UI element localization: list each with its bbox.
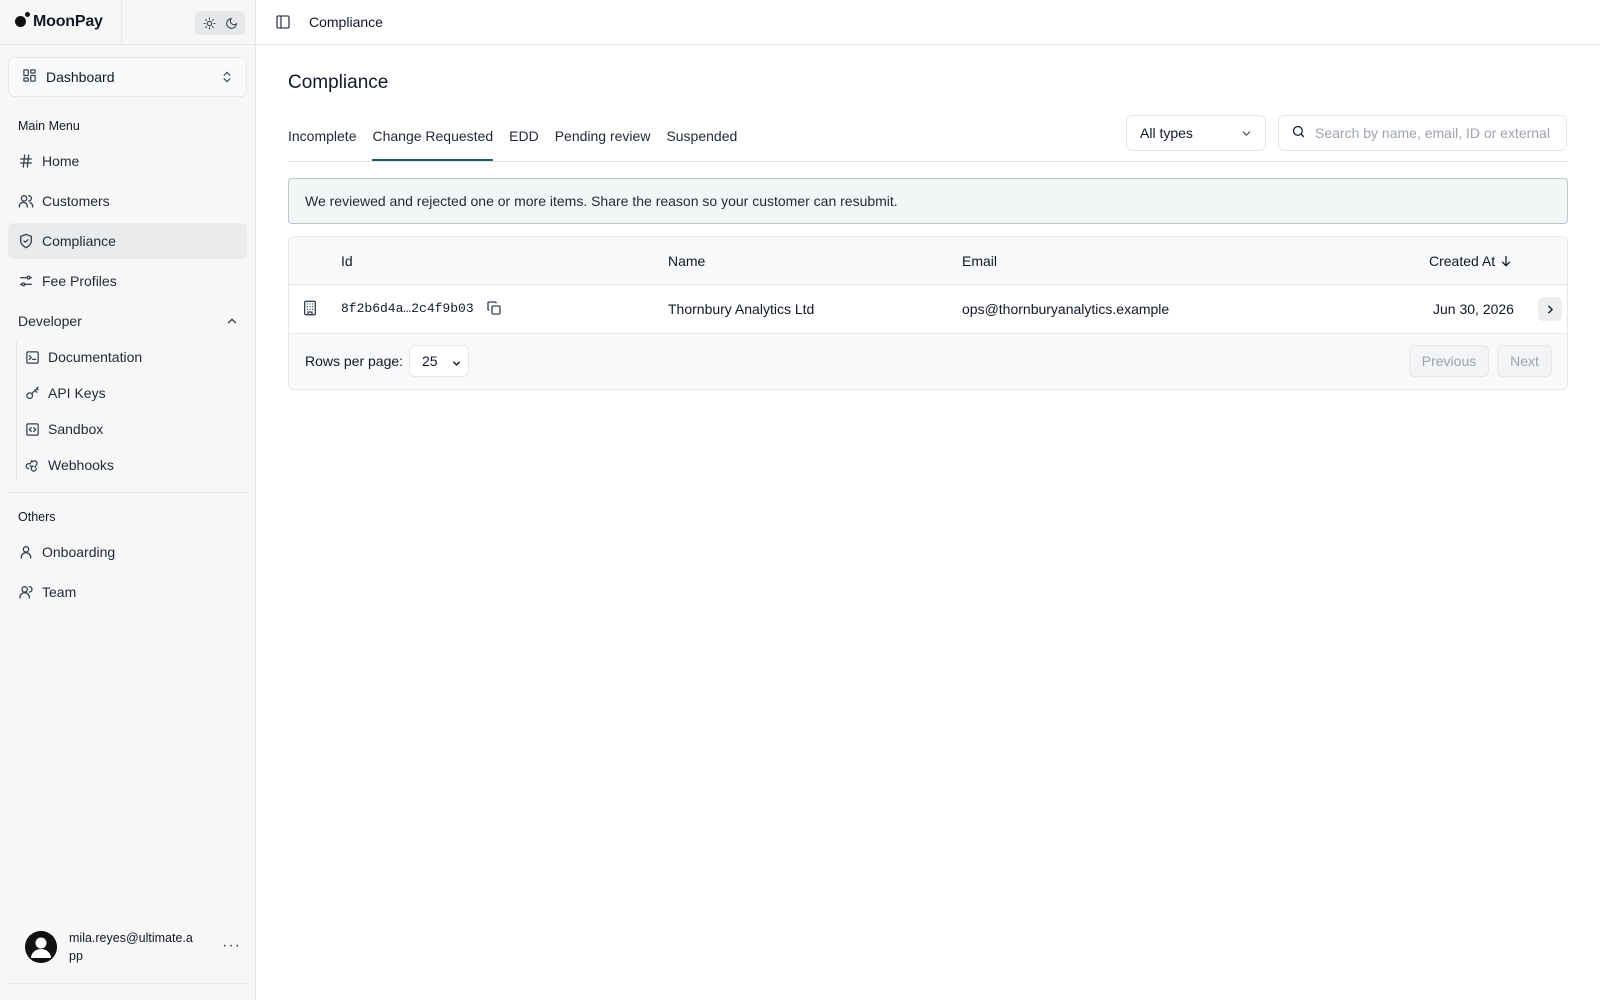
table-footer: Rows per page: 25 Previous Next xyxy=(289,334,1567,389)
type-filter-select[interactable]: All types xyxy=(1126,115,1266,151)
sidebar-item-fee-profiles[interactable]: Fee Profiles xyxy=(8,263,247,299)
more-horizontal-icon[interactable]: ··· xyxy=(222,937,241,955)
customers-table: Id Name Email Created At 8f2b6d4a…2c4f9b… xyxy=(288,236,1568,390)
brand-bar: MoonPay xyxy=(0,0,255,45)
logo-mark-icon xyxy=(15,11,30,27)
copy-icon[interactable] xyxy=(486,300,502,319)
main-menu-title: Main Menu xyxy=(18,119,80,133)
developer-section-toggle[interactable]: Developer xyxy=(8,306,247,336)
sliders-icon xyxy=(18,273,34,289)
top-bar: Compliance xyxy=(257,0,1600,45)
sidebar-item-home[interactable]: Home xyxy=(8,143,247,179)
terminal-icon xyxy=(24,349,40,365)
sidebar-item-webhooks[interactable]: Webhooks xyxy=(20,448,247,482)
theme-toggle[interactable] xyxy=(195,11,245,35)
workspace-select-label: Dashboard xyxy=(46,69,115,85)
sidebar-toggle-icon[interactable] xyxy=(274,13,292,31)
breadcrumb[interactable]: Compliance xyxy=(309,14,383,30)
sidebar-item-label: Onboarding xyxy=(42,544,116,560)
row-created-at: Jun 30, 2026 xyxy=(1433,301,1514,317)
next-page-button[interactable]: Next xyxy=(1497,345,1552,377)
others-title: Others xyxy=(18,510,56,524)
shield-check-icon xyxy=(18,233,34,249)
tab-pending-review[interactable]: Pending review xyxy=(555,120,651,161)
webhook-icon xyxy=(24,457,40,473)
sidebar-item-team[interactable]: Team xyxy=(8,574,247,610)
table-header: Id Name Email Created At xyxy=(289,237,1567,285)
search-field[interactable] xyxy=(1278,115,1567,151)
tab-change-requested[interactable]: Change Requested xyxy=(372,120,493,161)
sun-icon[interactable] xyxy=(199,14,219,32)
chevron-right-icon[interactable] xyxy=(1538,297,1562,321)
arrow-down-icon xyxy=(1499,254,1513,268)
tab-edd[interactable]: EDD xyxy=(509,120,539,161)
code-box-icon xyxy=(24,421,40,437)
row-id: 8f2b6d4a…2c4f9b03 xyxy=(341,301,474,316)
rows-per-page-label: Rows per page: xyxy=(305,353,404,369)
hash-icon xyxy=(18,153,34,169)
column-header-email[interactable]: Email xyxy=(962,253,997,269)
user-email: mila.reyes@ultimate.app xyxy=(69,931,193,963)
column-header-id[interactable]: Id xyxy=(341,253,353,269)
search-input[interactable] xyxy=(1315,125,1555,141)
row-email: ops@thornburyanalytics.example xyxy=(962,301,1170,317)
sidebar-item-customers[interactable]: Customers xyxy=(8,183,247,219)
workspace-select[interactable]: Dashboard xyxy=(8,57,247,97)
user-icon xyxy=(18,544,34,560)
chevrons-up-down-icon xyxy=(220,70,234,87)
moonpay-logo[interactable]: MoonPay xyxy=(0,0,122,45)
brand-name: MoonPay xyxy=(33,13,103,30)
user-menu[interactable]: mila.reyes@ultimate.app ··· xyxy=(25,925,245,969)
sidebar-item-sandbox[interactable]: Sandbox xyxy=(20,412,247,446)
sidebar-item-label: Fee Profiles xyxy=(42,273,117,289)
sidebar-item-label: Compliance xyxy=(42,233,116,249)
tabs-divider xyxy=(288,161,1568,162)
building-icon xyxy=(302,300,318,319)
sidebar-item-label: Sandbox xyxy=(48,421,104,437)
developer-title: Developer xyxy=(18,313,82,329)
chevron-down-icon xyxy=(451,356,462,372)
sidebar-item-label: Documentation xyxy=(48,349,143,365)
page-title: Compliance xyxy=(288,72,389,93)
table-row[interactable]: 8f2b6d4a…2c4f9b03 Thornbury Analytics Lt… xyxy=(289,285,1567,334)
sidebar-item-label: API Keys xyxy=(48,385,106,401)
status-tabs: Incomplete Change Requested EDD Pending … xyxy=(288,120,753,161)
chevron-up-icon xyxy=(225,314,239,331)
tab-suspended[interactable]: Suspended xyxy=(666,120,737,161)
users-icon xyxy=(18,193,34,209)
sidebar-item-onboarding[interactable]: Onboarding xyxy=(8,534,247,570)
chevron-down-icon xyxy=(1240,127,1253,143)
column-header-created-at[interactable]: Created At xyxy=(1429,253,1513,269)
developer-tree-line xyxy=(16,340,17,482)
moon-icon[interactable] xyxy=(221,14,241,32)
rows-per-page-select[interactable]: 25 xyxy=(409,345,469,377)
column-header-created-at-label: Created At xyxy=(1429,253,1496,269)
sidebar-item-documentation[interactable]: Documentation xyxy=(20,340,247,374)
search-icon xyxy=(1291,124,1306,142)
sidebar-item-label: Webhooks xyxy=(48,457,114,473)
sidebar-item-compliance[interactable]: Compliance xyxy=(8,223,247,259)
rows-per-page-value: 25 xyxy=(422,353,438,369)
previous-page-button[interactable]: Previous xyxy=(1409,345,1489,377)
type-filter-value: All types xyxy=(1140,125,1193,141)
team-icon xyxy=(18,584,34,600)
sidebar-item-label: Team xyxy=(42,584,77,600)
row-name: Thornbury Analytics Ltd xyxy=(668,301,815,317)
dashboard-grid-icon xyxy=(22,68,37,86)
sidebar-item-label: Home xyxy=(42,153,80,169)
column-header-name[interactable]: Name xyxy=(668,253,705,269)
sidebar-item-api-keys[interactable]: API Keys xyxy=(20,376,247,410)
avatar xyxy=(25,931,57,963)
sidebar-divider xyxy=(8,492,247,493)
sidebar-bottom-divider xyxy=(8,983,247,984)
sidebar: MoonPay Dashboard Main Menu Home Custome… xyxy=(0,0,256,1000)
sidebar-item-label: Customers xyxy=(42,193,110,209)
info-banner: We reviewed and rejected one or more ite… xyxy=(288,178,1568,224)
tab-incomplete[interactable]: Incomplete xyxy=(288,120,356,161)
key-icon xyxy=(24,385,40,401)
